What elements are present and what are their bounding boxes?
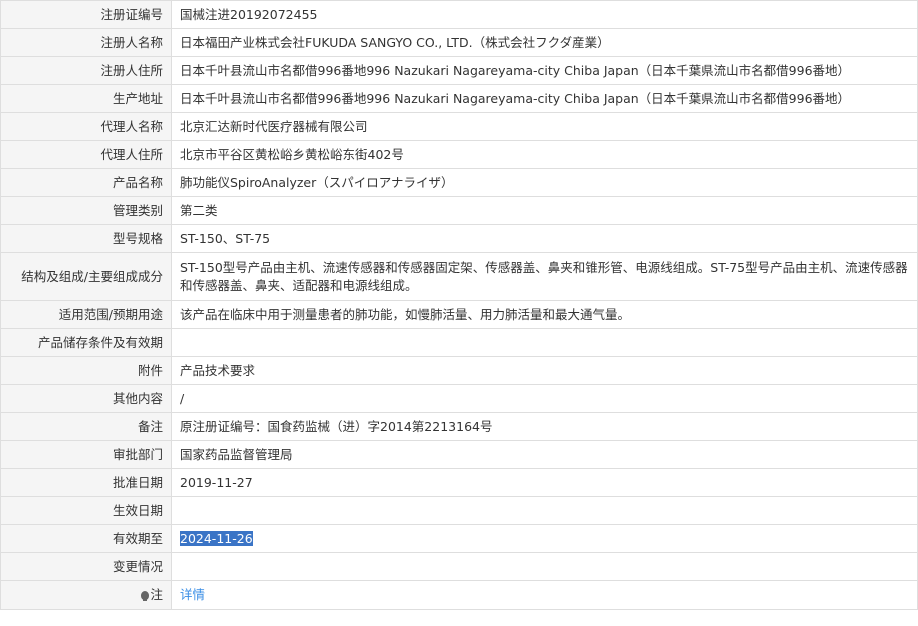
label-remarks: 备注 xyxy=(0,412,172,441)
row-structure-composition: 结构及组成/主要组成成分 ST-150型号产品由主机、流速传感器和传感器固定架、… xyxy=(0,252,918,301)
label-product-name: 产品名称 xyxy=(0,168,172,197)
row-attachment: 附件 产品技术要求 xyxy=(0,356,918,385)
value-agent-name: 北京汇达新时代医疗器械有限公司 xyxy=(171,112,918,141)
label-structure-composition: 结构及组成/主要组成成分 xyxy=(0,252,172,301)
value-valid-until[interactable]: 2024-11-26 xyxy=(180,530,253,546)
value-registration-number: 国械注进20192072455 xyxy=(171,0,918,29)
value-registrant-name: 日本福田产业株式会社FUKUDA SANGYO CO., LTD.（株式会社フク… xyxy=(171,28,918,57)
value-product-name: 肺功能仪SpiroAnalyzer（スパイロアナライザ） xyxy=(171,168,918,197)
row-note: 注 详情 xyxy=(0,580,918,610)
label-production-address: 生产地址 xyxy=(0,84,172,113)
row-registration-number: 注册证编号 国械注进20192072455 xyxy=(0,0,918,29)
value-management-category: 第二类 xyxy=(171,196,918,225)
value-structure-composition: ST-150型号产品由主机、流速传感器和传感器固定架、传感器盖、鼻夹和锥形管、电… xyxy=(171,252,918,301)
label-agent-name: 代理人名称 xyxy=(0,112,172,141)
value-change-info xyxy=(171,552,918,581)
row-registrant-address: 注册人住所 日本千叶县流山市名都借996番地996 Nazukari Nagar… xyxy=(0,56,918,85)
details-link[interactable]: 详情 xyxy=(180,587,205,602)
label-registration-number: 注册证编号 xyxy=(0,0,172,29)
row-effective-date: 生效日期 xyxy=(0,496,918,525)
row-agent-name: 代理人名称 北京汇达新时代医疗器械有限公司 xyxy=(0,112,918,141)
row-approval-date: 批准日期 2019-11-27 xyxy=(0,468,918,497)
registration-detail-table: 注册证编号 国械注进20192072455 注册人名称 日本福田产业株式会社FU… xyxy=(0,0,918,610)
value-model-spec: ST-150、ST-75 xyxy=(171,224,918,253)
row-registrant-name: 注册人名称 日本福田产业株式会社FUKUDA SANGYO CO., LTD.（… xyxy=(0,28,918,57)
row-product-name: 产品名称 肺功能仪SpiroAnalyzer（スパイロアナライザ） xyxy=(0,168,918,197)
label-note: 注 xyxy=(150,587,163,602)
row-agent-address: 代理人住所 北京市平谷区黄松峪乡黄松峪东街402号 xyxy=(0,140,918,169)
label-approval-date: 批准日期 xyxy=(0,468,172,497)
label-registrant-name: 注册人名称 xyxy=(0,28,172,57)
lightbulb-icon xyxy=(141,591,150,601)
label-valid-until: 有效期至 xyxy=(0,524,172,553)
value-note-cell: 详情 xyxy=(171,580,918,610)
row-storage-conditions: 产品储存条件及有效期 xyxy=(0,328,918,357)
value-attachment: 产品技术要求 xyxy=(171,356,918,385)
row-model-spec: 型号规格 ST-150、ST-75 xyxy=(0,224,918,253)
label-model-spec: 型号规格 xyxy=(0,224,172,253)
label-agent-address: 代理人住所 xyxy=(0,140,172,169)
row-change-info: 变更情况 xyxy=(0,552,918,581)
label-note-cell: 注 xyxy=(0,580,172,610)
row-other-content: 其他内容 / xyxy=(0,384,918,413)
value-approval-date: 2019-11-27 xyxy=(171,468,918,497)
row-remarks: 备注 原注册证编号：国食药监械（进）字2014第2213164号 xyxy=(0,412,918,441)
label-effective-date: 生效日期 xyxy=(0,496,172,525)
row-intended-use: 适用范围/预期用途 该产品在临床中用于测量患者的肺功能，如慢肺活量、用力肺活量和… xyxy=(0,300,918,329)
label-intended-use: 适用范围/预期用途 xyxy=(0,300,172,329)
label-change-info: 变更情况 xyxy=(0,552,172,581)
value-registrant-address: 日本千叶县流山市名都借996番地996 Nazukari Nagareyama-… xyxy=(171,56,918,85)
value-approval-department: 国家药品监督管理局 xyxy=(171,440,918,469)
value-agent-address: 北京市平谷区黄松峪乡黄松峪东街402号 xyxy=(171,140,918,169)
value-other-content: / xyxy=(171,384,918,413)
row-approval-department: 审批部门 国家药品监督管理局 xyxy=(0,440,918,469)
value-production-address: 日本千叶县流山市名都借996番地996 Nazukari Nagareyama-… xyxy=(171,84,918,113)
value-intended-use: 该产品在临床中用于测量患者的肺功能，如慢肺活量、用力肺活量和最大通气量。 xyxy=(171,300,918,329)
row-production-address: 生产地址 日本千叶县流山市名都借996番地996 Nazukari Nagare… xyxy=(0,84,918,113)
value-effective-date xyxy=(171,496,918,525)
label-attachment: 附件 xyxy=(0,356,172,385)
label-other-content: 其他内容 xyxy=(0,384,172,413)
value-remarks: 原注册证编号：国食药监械（进）字2014第2213164号 xyxy=(171,412,918,441)
label-storage-conditions: 产品储存条件及有效期 xyxy=(0,328,172,357)
label-approval-department: 审批部门 xyxy=(0,440,172,469)
value-storage-conditions xyxy=(171,328,918,357)
label-registrant-address: 注册人住所 xyxy=(0,56,172,85)
row-valid-until: 有效期至 2024-11-26 xyxy=(0,524,918,553)
label-management-category: 管理类别 xyxy=(0,196,172,225)
value-valid-until-cell: 2024-11-26 xyxy=(171,524,918,553)
row-management-category: 管理类别 第二类 xyxy=(0,196,918,225)
